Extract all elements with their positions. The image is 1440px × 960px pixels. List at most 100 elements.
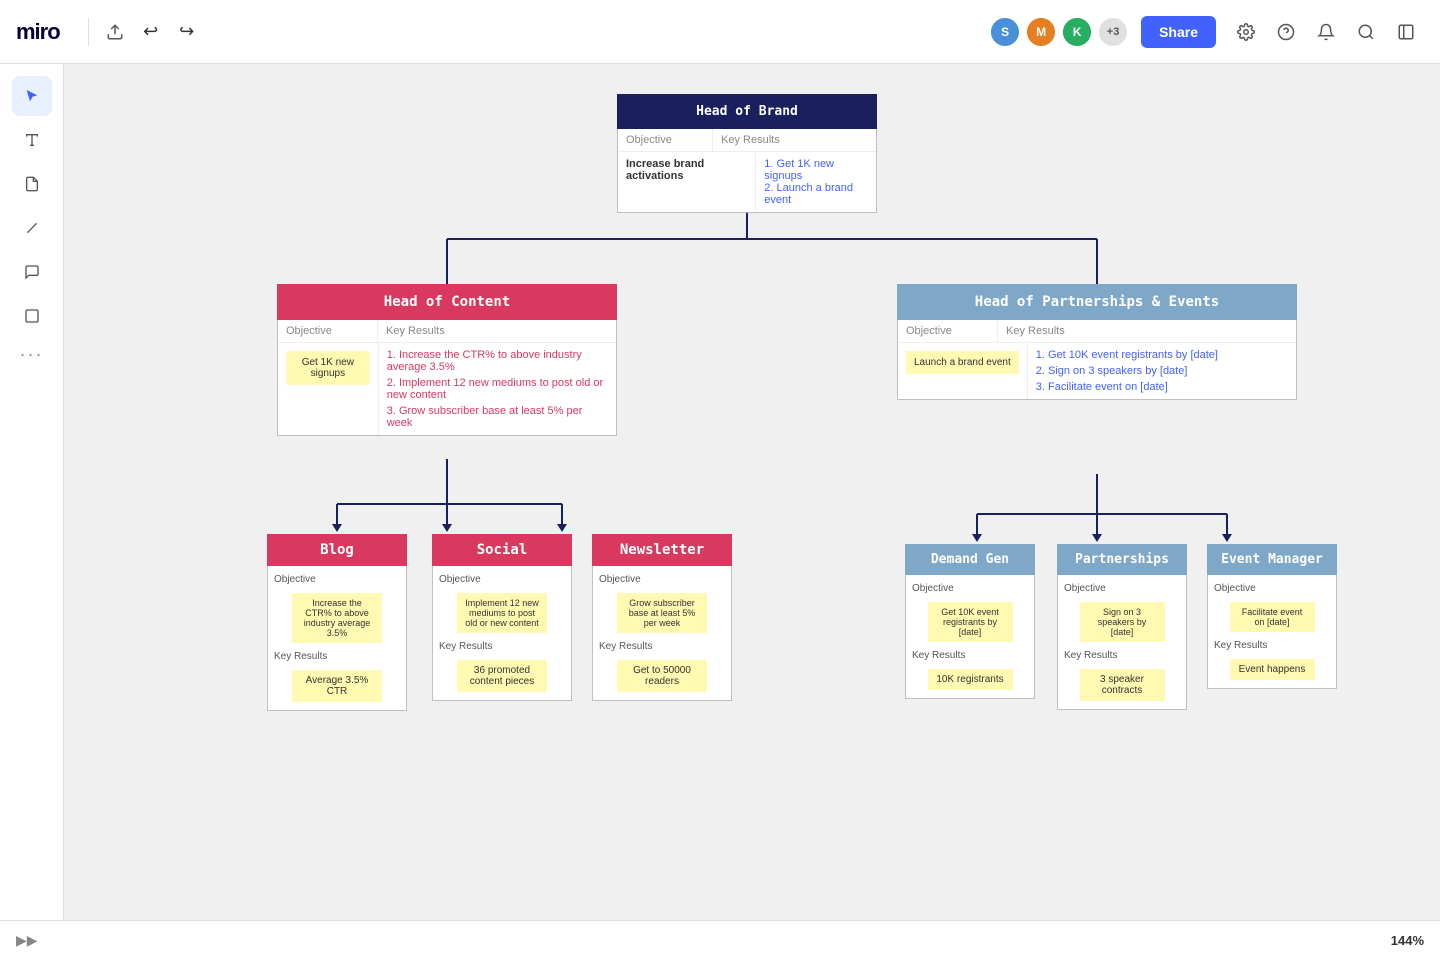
notification-icon-button[interactable] <box>1308 14 1344 50</box>
social-obj-sticky-wrap: Implement 12 new mediums to post old or … <box>433 589 571 637</box>
partner-card-header: Head of Partnerships & Events <box>897 284 1297 320</box>
content-kr-list: 1. Increase the CTR% to above industry a… <box>379 343 616 435</box>
separator-1 <box>88 18 89 46</box>
social-kr-label: Key Results <box>433 637 571 656</box>
avatar-1: S <box>989 16 1021 48</box>
head-of-content-card: Head of Content Objective Key Results Ge… <box>277 284 617 436</box>
partnerships-sub-body: Objective Sign on 3 speakers by [date] K… <box>1057 575 1187 710</box>
event-sticky-kr: Event happens <box>1230 659 1315 680</box>
canvas: Head of Brand Objective Key Results Incr… <box>64 64 1440 920</box>
avatar-more[interactable]: +3 <box>1097 16 1129 48</box>
zoom-level: 144% <box>1391 933 1424 948</box>
newsletter-kr-sticky-wrap: Get to 50000 readers <box>593 656 731 696</box>
search-icon-button[interactable] <box>1348 14 1384 50</box>
brand-obj-value: Increase brand activations <box>618 152 756 212</box>
event-kr-sticky-wrap: Event happens <box>1208 655 1336 684</box>
brand-card-body: Objective Key Results Increase brand act… <box>617 129 877 213</box>
blog-body: Objective Increase the CTR% to above ind… <box>267 566 407 711</box>
partnerships-kr-sticky-wrap: 3 speaker contracts <box>1058 665 1186 705</box>
partnerships-sub-card: Partnerships Objective Sign on 3 speaker… <box>1057 544 1187 710</box>
demand-kr-label: Key Results <box>906 646 1034 665</box>
newsletter-sticky-kr: Get to 50000 readers <box>617 660 707 692</box>
social-card: Social Objective Implement 12 new medium… <box>432 534 572 701</box>
event-obj-sticky-wrap: Facilitate event on [date] <box>1208 598 1336 636</box>
demand-sticky-kr: 10K registrants <box>928 669 1013 690</box>
content-card-body: Objective Key Results Get 1K new signups… <box>277 320 617 436</box>
demand-gen-header: Demand Gen <box>905 544 1035 575</box>
partnerships-kr-label: Key Results <box>1058 646 1186 665</box>
partnerships-obj-sticky-wrap: Sign on 3 speakers by [date] <box>1058 598 1186 646</box>
partnerships-obj-label: Objective <box>1058 579 1186 598</box>
cursor-tool[interactable] <box>12 76 52 116</box>
social-header: Social <box>432 534 572 566</box>
newsletter-obj-label: Objective <box>593 570 731 589</box>
left-sidebar: ··· <box>0 64 64 960</box>
event-manager-body: Objective Facilitate event on [date] Key… <box>1207 575 1337 689</box>
sticky-note-tool[interactable] <box>12 164 52 204</box>
content-obj-header: Objective <box>278 320 378 342</box>
miro-logo: miro <box>16 19 60 45</box>
social-body: Objective Implement 12 new mediums to po… <box>432 566 572 701</box>
brand-card-header: Head of Brand <box>617 94 877 129</box>
settings-icon-button[interactable] <box>1228 14 1264 50</box>
demand-sticky-obj: Get 10K event registrants by [date] <box>928 602 1013 642</box>
head-of-brand-card: Head of Brand Objective Key Results Incr… <box>617 94 877 213</box>
avatar-2: M <box>1025 16 1057 48</box>
blog-obj-label: Objective <box>268 570 406 589</box>
more-tools[interactable]: ··· <box>20 344 44 365</box>
redo-button[interactable]: ↪ <box>169 14 205 50</box>
social-obj-label: Objective <box>433 570 571 589</box>
line-tool[interactable] <box>12 208 52 248</box>
share-button[interactable]: Share <box>1141 16 1216 48</box>
text-tool[interactable] <box>12 120 52 160</box>
newsletter-obj-sticky-wrap: Grow subscriber base at least 5% per wee… <box>593 589 731 637</box>
blog-obj-sticky-wrap: Increase the CTR% to above industry aver… <box>268 589 406 647</box>
upload-button[interactable] <box>97 14 133 50</box>
partnerships-sub-header: Partnerships <box>1057 544 1187 575</box>
blog-sticky-kr: Average 3.5% CTR <box>292 670 382 702</box>
partner-sticky-obj: Launch a brand event <box>906 351 1019 374</box>
event-manager-card: Event Manager Objective Facilitate event… <box>1207 544 1337 689</box>
partner-kr-header: Key Results <box>998 320 1073 342</box>
newsletter-kr-label: Key Results <box>593 637 731 656</box>
undo-button[interactable]: ↩ <box>133 14 169 50</box>
partner-obj-sticky: Launch a brand event <box>898 343 1028 399</box>
partnerships-sticky-obj: Sign on 3 speakers by [date] <box>1080 602 1165 642</box>
comment-tool[interactable] <box>12 252 52 292</box>
newsletter-card: Newsletter Objective Grow subscriber bas… <box>592 534 732 701</box>
brand-kr-values: 1. Get 1K new signups 2. Launch a brand … <box>756 152 876 212</box>
blog-header: Blog <box>267 534 407 566</box>
event-obj-label: Objective <box>1208 579 1336 598</box>
blog-sticky-obj: Increase the CTR% to above industry aver… <box>292 593 382 643</box>
partnerships-sticky-kr: 3 speaker contracts <box>1080 669 1165 701</box>
social-sticky-obj: Implement 12 new mediums to post old or … <box>457 593 547 633</box>
bottombar: ▶▶ 144% <box>0 920 1440 960</box>
brand-kr-header: Key Results <box>713 129 788 151</box>
expand-panel-button[interactable]: ▶▶ <box>16 932 38 949</box>
newsletter-sticky-obj: Grow subscriber base at least 5% per wee… <box>617 593 707 633</box>
event-kr-label: Key Results <box>1208 636 1336 655</box>
content-kr-header: Key Results <box>378 320 453 342</box>
blog-kr-label: Key Results <box>268 647 406 666</box>
help-icon-button[interactable] <box>1268 14 1304 50</box>
newsletter-body: Objective Grow subscriber base at least … <box>592 566 732 701</box>
demand-gen-body: Objective Get 10K event registrants by [… <box>905 575 1035 699</box>
demand-kr-sticky-wrap: 10K registrants <box>906 665 1034 694</box>
brand-obj-header: Objective <box>618 129 713 151</box>
content-card-header: Head of Content <box>277 284 617 320</box>
frame-tool[interactable] <box>12 296 52 336</box>
collaborators-avatars: S M K +3 <box>989 16 1129 48</box>
demand-obj-label: Objective <box>906 579 1034 598</box>
right-toolbar <box>1228 14 1424 50</box>
partner-card-body: Objective Key Results Launch a brand eve… <box>897 320 1297 400</box>
event-manager-header: Event Manager <box>1207 544 1337 575</box>
diagram: Head of Brand Objective Key Results Incr… <box>177 84 1327 904</box>
topbar: miro ↩ ↪ S M K +3 Share <box>0 0 1440 64</box>
partner-kr-list: 1. Get 10K event registrants by [date] 2… <box>1028 343 1226 399</box>
social-sticky-kr: 36 promoted content pieces <box>457 660 547 692</box>
demand-gen-card: Demand Gen Objective Get 10K event regis… <box>905 544 1035 699</box>
social-kr-sticky-wrap: 36 promoted content pieces <box>433 656 571 696</box>
blog-kr-sticky-wrap: Average 3.5% CTR <box>268 666 406 706</box>
demand-obj-sticky-wrap: Get 10K event registrants by [date] <box>906 598 1034 646</box>
panel-icon-button[interactable] <box>1388 14 1424 50</box>
